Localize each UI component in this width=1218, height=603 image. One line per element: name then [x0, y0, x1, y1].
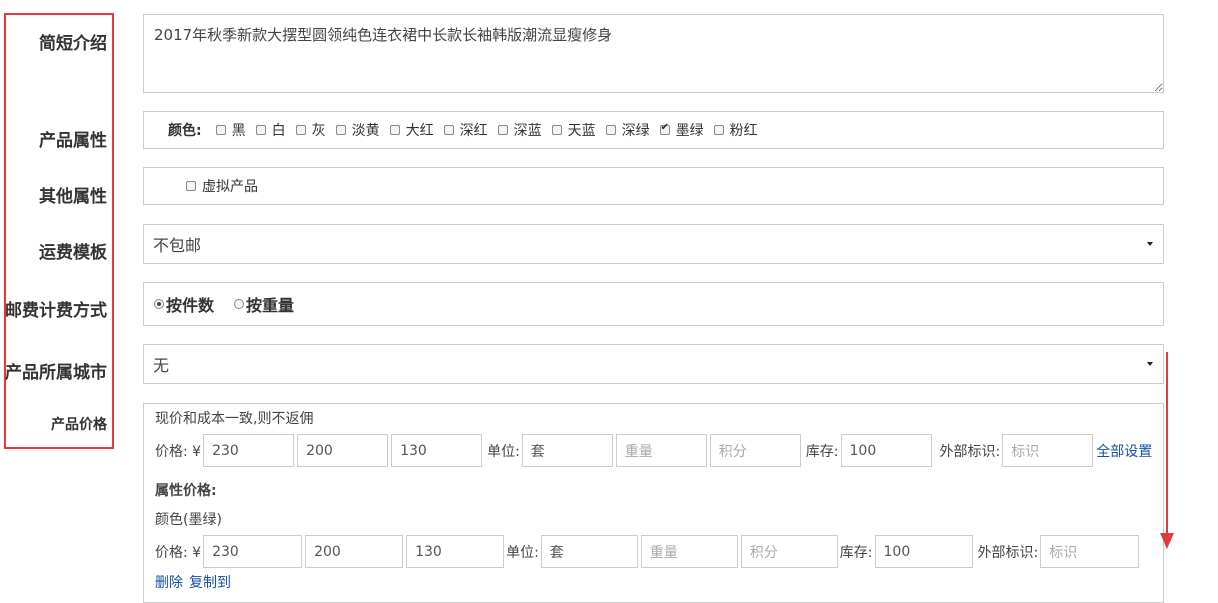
highlight-frame — [4, 13, 114, 449]
main-ext-label: 外部标识: — [939, 443, 1001, 460]
color-option-label: 粉红 — [729, 123, 758, 139]
color-option-label: 白 — [271, 123, 286, 139]
set-all-link[interactable]: 全部设置 — [1096, 441, 1152, 461]
intro-textarea[interactable]: 2017年秋季新款大摆型圆领纯色连衣裙中长款长袖韩版潮流显瘦修身 — [143, 14, 1164, 93]
main-unit-label: 单位: — [487, 443, 520, 460]
color-checkbox[interactable] — [605, 125, 616, 135]
label-postage-method: 邮费计费方式 — [5, 301, 107, 321]
postage-method-panel: 按件数 按重量 — [143, 282, 1164, 326]
radio-by-count[interactable] — [154, 299, 164, 309]
attr-name: 颜色(墨绿) — [155, 512, 222, 528]
main-price-row: 价格: ¥ 230 200 130 单位: 套 重量 积分 库存: 100 外部… — [155, 434, 1152, 467]
color-option-label: 深蓝 — [513, 123, 542, 139]
main-cost-input[interactable]: 130 — [391, 434, 483, 467]
attr-points-input[interactable]: 积分 — [740, 535, 838, 568]
other-panel: 虚拟产品 — [143, 167, 1164, 205]
price-panel: 现价和成本一致,则不返佣 价格: ¥ 230 200 130 单位: 套 重量 … — [143, 403, 1164, 603]
city-select[interactable]: 无 — [143, 344, 1164, 384]
color-checkbox[interactable] — [335, 125, 346, 135]
color-option-label: 深绿 — [621, 123, 650, 139]
color-checkbox[interactable] — [551, 125, 562, 135]
attr-price-heading: 属性价格: — [155, 483, 217, 499]
attr-price-row: 价格: ¥ 230 200 130 单位: 套 重量 积分 库存: 100 外部… — [155, 535, 1142, 568]
annotation-arrow-down-icon — [1160, 533, 1174, 549]
attr-stock-input[interactable]: 100 — [874, 535, 973, 568]
caret-down-icon — [1147, 242, 1153, 246]
color-option-label: 淡黄 — [351, 123, 380, 139]
main-unit-input[interactable]: 套 — [521, 434, 613, 467]
radio-by-weight-label: 按重量 — [246, 296, 295, 315]
label-shipping-template: 运费模板 — [39, 243, 107, 263]
label-other: 其他属性 — [39, 187, 107, 207]
attr-stock-label: 库存: — [839, 544, 873, 561]
color-option-label: 大红 — [405, 123, 434, 139]
color-label: 颜色: — [168, 123, 202, 139]
attr-cost-input[interactable]: 130 — [406, 535, 505, 568]
attributes-panel: 颜色: 黑 白 灰 淡黄 大红 深红 深蓝 天蓝 深绿 墨绿 粉红 — [143, 111, 1164, 149]
color-checkbox[interactable] — [443, 125, 454, 135]
attr-market-price-input[interactable]: 200 — [305, 535, 404, 568]
color-option-label: 墨绿 — [675, 123, 704, 139]
label-attributes: 产品属性 — [39, 131, 107, 151]
radio-by-count-label: 按件数 — [166, 296, 215, 315]
virtual-product-label: 虚拟产品 — [202, 179, 258, 195]
color-checkbox[interactable] — [295, 125, 306, 135]
main-weight-input[interactable]: 重量 — [615, 434, 707, 467]
color-checkbox[interactable] — [389, 125, 400, 135]
attr-weight-input[interactable]: 重量 — [640, 535, 738, 568]
color-option-label: 深红 — [459, 123, 488, 139]
attr-ext-input[interactable]: 标识 — [1040, 535, 1140, 568]
color-checkbox[interactable] — [497, 125, 508, 135]
caret-down-icon — [1147, 362, 1153, 366]
label-price: 产品价格 — [51, 417, 107, 433]
color-checkbox[interactable] — [255, 125, 266, 135]
color-checkbox[interactable] — [713, 125, 724, 135]
price-note: 现价和成本一致,则不返佣 — [155, 411, 314, 427]
delete-link[interactable]: 删除 — [155, 572, 183, 592]
main-ext-input[interactable]: 标识 — [1002, 434, 1094, 467]
color-checkbox[interactable] — [659, 122, 670, 135]
label-city: 产品所属城市 — [5, 363, 107, 383]
main-stock-label: 库存: — [805, 443, 839, 460]
attr-actions: 删除 复制到 — [155, 572, 231, 592]
main-points-input[interactable]: 积分 — [709, 434, 801, 467]
color-option-label: 天蓝 — [567, 123, 596, 139]
shipping-template-value: 不包邮 — [153, 236, 202, 255]
shipping-template-select[interactable]: 不包邮 — [143, 224, 1164, 264]
copy-to-link[interactable]: 复制到 — [189, 572, 231, 592]
attr-unit-input[interactable]: 套 — [540, 535, 638, 568]
color-checkbox[interactable] — [215, 125, 226, 135]
attr-ext-label: 外部标识: — [977, 544, 1039, 561]
virtual-product-checkbox[interactable] — [186, 181, 196, 191]
annotation-arrow-line — [1166, 352, 1168, 538]
attr-price-label: 价格: ¥ — [155, 544, 202, 561]
main-price-input[interactable]: 230 — [203, 434, 295, 467]
color-option-label: 灰 — [311, 123, 326, 139]
main-price-label: 价格: ¥ — [155, 443, 202, 460]
attr-unit-label: 单位: — [506, 544, 539, 561]
attr-price-input[interactable]: 230 — [203, 535, 303, 568]
radio-by-weight[interactable] — [234, 299, 245, 309]
main-market-price-input[interactable]: 200 — [297, 434, 389, 467]
color-option-label: 黑 — [231, 123, 246, 139]
label-intro: 简短介绍 — [39, 34, 107, 54]
main-stock-input[interactable]: 100 — [840, 434, 932, 467]
city-value: 无 — [153, 356, 170, 375]
